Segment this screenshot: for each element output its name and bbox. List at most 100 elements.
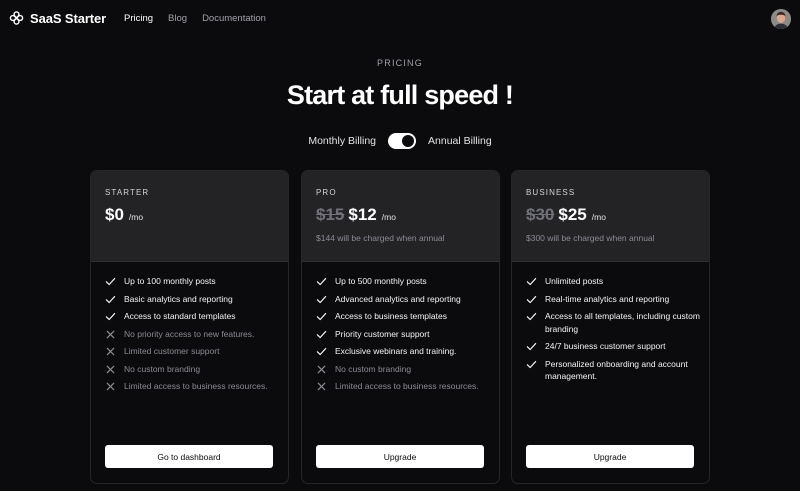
- price-period: /mo: [381, 212, 396, 222]
- billing-toggle[interactable]: [388, 133, 417, 149]
- check-icon: [316, 330, 327, 338]
- plan-card-header: STARTER $0 /mo: [91, 171, 288, 262]
- feature-text: Unlimited posts: [545, 276, 604, 286]
- feature-text: Access to all templates, including custo…: [545, 311, 700, 334]
- feature-item: Up to 500 monthly posts: [316, 275, 491, 288]
- feature-text: No custom branding: [335, 363, 412, 374]
- price-row: $0 /mo: [105, 205, 143, 225]
- user-avatar[interactable]: [771, 9, 791, 29]
- section-eyebrow: PRICING: [377, 58, 423, 68]
- feature-text: Up to 500 monthly posts: [335, 276, 427, 286]
- feature-text: Personalized onboarding and account mana…: [545, 358, 688, 382]
- check-icon: [316, 312, 327, 321]
- feature-text: Exclusive webinars and training.: [335, 346, 457, 356]
- check-icon: [526, 312, 537, 321]
- feature-item: Unlimited posts: [526, 275, 701, 288]
- check-icon: [105, 277, 116, 286]
- feature-item: No custom branding: [316, 363, 491, 376]
- feature-item: Limited access to business resources.: [316, 380, 491, 393]
- feature-item: Access to all templates, including custo…: [526, 310, 701, 335]
- feature-item: Personalized onboarding and account mana…: [526, 358, 701, 383]
- price-row: $15 $12 /mo: [316, 205, 396, 225]
- plan-name: PRO: [316, 188, 337, 197]
- nav-blog[interactable]: Blog: [168, 13, 187, 24]
- go-to-dashboard-button[interactable]: Go to dashboard: [105, 445, 273, 468]
- feature-text: Limited access to business resources.: [124, 381, 268, 391]
- asterisk-flower-icon: [9, 11, 24, 25]
- toggle-knob: [402, 135, 415, 147]
- check-icon: [316, 277, 327, 286]
- plan-price: $25: [558, 205, 587, 224]
- feature-text: Access to standard templates: [124, 311, 236, 321]
- feature-item: Real-time analytics and reporting: [526, 293, 701, 306]
- plan-price: $0: [105, 205, 124, 224]
- plan-card-starter: STARTER $0 /mo Up to 100 monthly posts Ba…: [90, 170, 289, 484]
- feature-item: Up to 100 monthly posts: [105, 275, 280, 288]
- annual-charge-note: $144 will be charged when annual: [316, 233, 445, 243]
- x-icon: [317, 365, 326, 373]
- check-icon: [105, 295, 116, 303]
- feature-text: No priority access to new features.: [124, 328, 255, 339]
- feature-text: Up to 100 monthly posts: [124, 276, 216, 286]
- feature-text: Access to business templates: [335, 311, 447, 321]
- original-price: $30: [526, 205, 555, 224]
- plan-card-header: PRO $15 $12 /mo $144 will be charged whe…: [302, 171, 499, 262]
- monthly-billing-label[interactable]: Monthly Billing: [308, 135, 376, 147]
- feature-item: Basic analytics and reporting: [105, 293, 280, 306]
- feature-text: Limited customer support: [124, 346, 220, 356]
- price-period: /mo: [591, 212, 606, 222]
- feature-item: Advanced analytics and reporting: [316, 293, 491, 306]
- feature-text: Limited access to business resources.: [335, 381, 479, 391]
- feature-list: Unlimited posts Real-time analytics and r…: [526, 275, 701, 388]
- feature-text: Real-time analytics and reporting: [545, 293, 670, 304]
- feature-text: Advanced analytics and reporting: [335, 293, 461, 304]
- billing-switch-row: Monthly Billing Annual Billing: [0, 133, 800, 149]
- x-icon: [317, 382, 326, 391]
- feature-text: 24/7 business customer support: [545, 341, 666, 351]
- feature-item: Access to standard templates: [105, 310, 280, 323]
- feature-item: Exclusive webinars and training.: [316, 345, 491, 358]
- plan-card-pro: PRO $15 $12 /mo $144 will be charged whe…: [301, 170, 500, 484]
- check-icon: [316, 347, 327, 356]
- upgrade-pro-button[interactable]: Upgrade: [316, 445, 484, 468]
- x-icon: [106, 347, 115, 356]
- feature-text: No custom branding: [124, 363, 201, 374]
- plan-price: $12: [348, 205, 377, 224]
- annual-billing-label[interactable]: Annual Billing: [428, 135, 492, 147]
- plan-card-business: BUSINESS $30 $25 /mo $300 will be charge…: [511, 170, 710, 484]
- feature-item: Access to business templates: [316, 310, 491, 323]
- x-icon: [106, 330, 115, 338]
- feature-list: Up to 100 monthly posts Basic analytics a…: [105, 275, 280, 398]
- original-price: $15: [316, 205, 345, 224]
- nav-documentation[interactable]: Documentation: [202, 13, 266, 24]
- feature-list: Up to 500 monthly posts Advanced analytic…: [316, 275, 491, 398]
- check-icon: [526, 277, 537, 286]
- price-period: /mo: [128, 212, 144, 222]
- feature-text: Priority customer support: [335, 328, 430, 339]
- top-navbar: SaaS Starter Pricing Blog Documentation: [0, 0, 800, 38]
- feature-item: No custom branding: [105, 363, 280, 376]
- main-nav: Pricing Blog Documentation: [124, 13, 281, 24]
- feature-text: Basic analytics and reporting: [124, 293, 233, 304]
- plan-name: STARTER: [105, 188, 150, 197]
- price-row: $30 $25 /mo: [526, 205, 606, 225]
- plan-name: BUSINESS: [526, 188, 576, 197]
- annual-charge-note: $300 will be charged when annual: [526, 233, 655, 243]
- nav-pricing[interactable]: Pricing: [124, 13, 153, 24]
- feature-item: Priority customer support: [316, 328, 491, 341]
- check-icon: [526, 342, 537, 351]
- feature-item: Limited access to business resources.: [105, 380, 280, 393]
- feature-item: Limited customer support: [105, 345, 280, 358]
- brand-logo-link[interactable]: SaaS Starter: [9, 10, 106, 26]
- x-icon: [106, 365, 115, 373]
- feature-item: No priority access to new features.: [105, 328, 280, 341]
- check-icon: [526, 360, 537, 368]
- x-icon: [106, 382, 115, 391]
- check-icon: [105, 312, 116, 321]
- upgrade-business-button[interactable]: Upgrade: [526, 445, 694, 468]
- brand-name: SaaS Starter: [30, 10, 107, 26]
- feature-item: 24/7 business customer support: [526, 340, 701, 353]
- check-icon: [316, 295, 327, 303]
- plan-card-header: BUSINESS $30 $25 /mo $300 will be charge…: [512, 171, 709, 262]
- page-title: Start at full speed !: [286, 80, 514, 110]
